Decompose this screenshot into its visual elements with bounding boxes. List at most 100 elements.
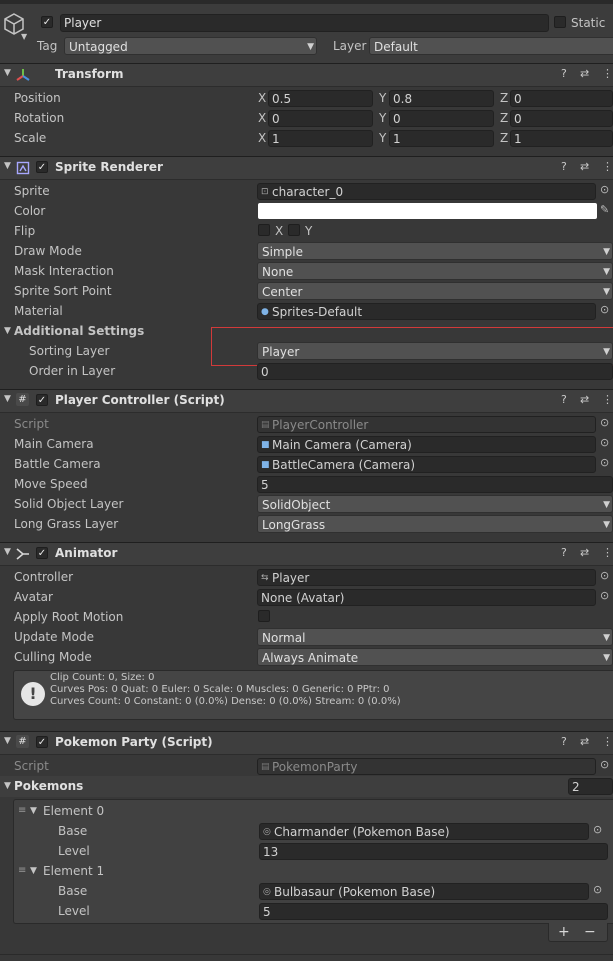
foldout-arrow-icon[interactable]: ▼ [30, 806, 37, 816]
element-0-label[interactable]: Element 0 [43, 801, 104, 821]
avatar-field[interactable]: None (Avatar) [257, 589, 596, 606]
rotation-z-field[interactable]: 0 [510, 110, 613, 127]
battle-camera-field[interactable]: ■ BattleCamera (Camera) [257, 456, 596, 473]
scale-x-field[interactable]: 1 [268, 130, 373, 147]
sprite-field[interactable]: ⊡ character_0 [257, 183, 596, 200]
sprite-sort-point-dropdown[interactable]: Center ▼ [257, 282, 613, 300]
tag-dropdown[interactable]: Untagged ▼ [64, 37, 317, 55]
component-enabled-toggle[interactable]: ✓ [36, 161, 48, 173]
order-in-layer-field[interactable]: 0 [257, 363, 613, 380]
object-picker-icon[interactable]: ⊙ [600, 436, 609, 449]
culling-mode-dropdown[interactable]: Always Animate ▼ [257, 648, 613, 666]
preset-icon[interactable]: ⇄ [580, 546, 589, 559]
component-enabled-toggle[interactable]: ✓ [36, 547, 48, 559]
flip-y-toggle[interactable] [288, 224, 300, 236]
axis-x-label[interactable]: X [258, 108, 266, 128]
position-z-field[interactable]: 0 [510, 90, 613, 107]
foldout-arrow-icon[interactable]: ▼ [4, 161, 11, 171]
object-picker-icon[interactable]: ⊙ [600, 569, 609, 582]
element-1-level-field[interactable]: 5 [259, 903, 608, 920]
transform-header[interactable]: ▼ Transform ? ⇄ ⋮ [0, 63, 613, 87]
position-x-field[interactable]: 0.5 [268, 90, 373, 107]
more-icon[interactable]: ⋮ [602, 546, 613, 559]
pokemons-count-field[interactable]: 2 [568, 778, 613, 795]
preset-icon[interactable]: ⇄ [580, 67, 589, 80]
more-icon[interactable]: ⋮ [602, 393, 613, 406]
axis-y-label[interactable]: Y [379, 88, 386, 108]
help-icon[interactable]: ? [561, 735, 567, 748]
camera-icon: ■ [261, 440, 270, 450]
main-camera-field[interactable]: ■ Main Camera (Camera) [257, 436, 596, 453]
active-toggle[interactable]: ✓ [41, 16, 53, 28]
gameobject-name-field[interactable]: Player [60, 14, 549, 32]
solid-object-layer-dropdown[interactable]: SolidObject ▼ [257, 495, 613, 513]
foldout-arrow-icon[interactable]: ▼ [4, 68, 11, 78]
object-picker-icon[interactable]: ⊙ [600, 183, 609, 196]
position-y-field[interactable]: 0.8 [389, 90, 494, 107]
layer-dropdown[interactable]: Default [369, 37, 613, 55]
add-element-button[interactable]: + [558, 923, 570, 941]
object-picker-icon[interactable]: ⊙ [600, 303, 609, 316]
axis-y-label[interactable]: Y [379, 108, 386, 128]
axis-z-label[interactable]: Z [500, 128, 508, 148]
axis-z-label[interactable]: Z [500, 108, 508, 128]
update-mode-dropdown[interactable]: Normal ▼ [257, 628, 613, 646]
additional-settings-label[interactable]: Additional Settings [14, 321, 144, 341]
element-0-base-field[interactable]: ◎ Charmander (Pokemon Base) [259, 823, 589, 840]
axis-y-label[interactable]: Y [379, 128, 386, 148]
help-icon[interactable]: ? [561, 393, 567, 406]
help-icon[interactable]: ? [561, 546, 567, 559]
component-enabled-toggle[interactable]: ✓ [36, 394, 48, 406]
mask-interaction-dropdown[interactable]: None ▼ [257, 262, 613, 280]
material-field[interactable]: ● Sprites-Default [257, 303, 596, 320]
foldout-arrow-icon[interactable]: ▼ [4, 781, 11, 791]
element-1-label[interactable]: Element 1 [43, 861, 104, 881]
foldout-arrow-icon[interactable]: ▼ [4, 736, 11, 746]
preset-icon[interactable]: ⇄ [580, 735, 589, 748]
script-icon: # [16, 735, 29, 748]
rotation-x-field[interactable]: 0 [268, 110, 373, 127]
move-speed-field[interactable]: 5 [257, 476, 613, 493]
preset-icon[interactable]: ⇄ [580, 393, 589, 406]
rotation-y-field[interactable]: 0 [389, 110, 494, 127]
foldout-arrow-icon[interactable]: ▼ [4, 547, 11, 557]
draw-mode-dropdown[interactable]: Simple ▼ [257, 242, 613, 260]
pokemons-list-header[interactable]: ▼ Pokemons 2 [0, 776, 613, 797]
object-picker-icon[interactable]: ⊙ [600, 456, 609, 469]
scale-z-field[interactable]: 1 [510, 130, 613, 147]
long-grass-layer-dropdown[interactable]: LongGrass ▼ [257, 515, 613, 533]
player-controller-header[interactable]: ▼ # ✓ Player Controller (Script) ? ⇄ ⋮ [0, 389, 613, 413]
help-icon[interactable]: ? [561, 67, 567, 80]
axis-x-label[interactable]: X [258, 128, 266, 148]
preset-icon[interactable]: ⇄ [580, 160, 589, 173]
foldout-arrow-icon[interactable]: ▼ [30, 866, 37, 876]
drag-handle-icon[interactable]: ≡ [18, 861, 26, 881]
object-picker-icon[interactable]: ⊙ [593, 823, 602, 836]
remove-element-button[interactable]: − [584, 923, 596, 941]
component-enabled-toggle[interactable]: ✓ [36, 736, 48, 748]
apply-root-motion-toggle[interactable] [258, 610, 270, 622]
sprite-renderer-header[interactable]: ▼ ✓ Sprite Renderer ? ⇄ ⋮ [0, 156, 613, 180]
flip-x-toggle[interactable] [258, 224, 270, 236]
object-picker-icon[interactable]: ⊙ [593, 883, 602, 896]
chevron-down-icon[interactable]: ▼ [21, 32, 27, 41]
static-toggle[interactable] [554, 16, 566, 28]
object-picker-icon[interactable]: ⊙ [600, 589, 609, 602]
animator-header[interactable]: ▼ ✓ Animator ? ⇄ ⋮ [0, 542, 613, 566]
pokemon-party-header[interactable]: ▼ # ✓ Pokemon Party (Script) ? ⇄ ⋮ [0, 731, 613, 755]
drag-handle-icon[interactable]: ≡ [18, 801, 26, 821]
element-0-level-field[interactable]: 13 [259, 843, 608, 860]
eyedropper-icon[interactable]: ✎ [600, 203, 609, 216]
more-icon[interactable]: ⋮ [602, 735, 613, 748]
color-swatch[interactable] [258, 203, 597, 219]
scale-y-field[interactable]: 1 [389, 130, 494, 147]
more-icon[interactable]: ⋮ [602, 160, 613, 173]
axis-x-label[interactable]: X [258, 88, 266, 108]
help-icon[interactable]: ? [561, 160, 567, 173]
controller-field[interactable]: ⇆ Player [257, 569, 596, 586]
more-icon[interactable]: ⋮ [602, 67, 613, 80]
foldout-arrow-icon[interactable]: ▼ [4, 394, 11, 404]
axis-z-label[interactable]: Z [500, 88, 508, 108]
foldout-arrow-icon[interactable]: ▼ [4, 326, 11, 336]
element-1-base-field[interactable]: ◎ Bulbasaur (Pokemon Base) [259, 883, 589, 900]
